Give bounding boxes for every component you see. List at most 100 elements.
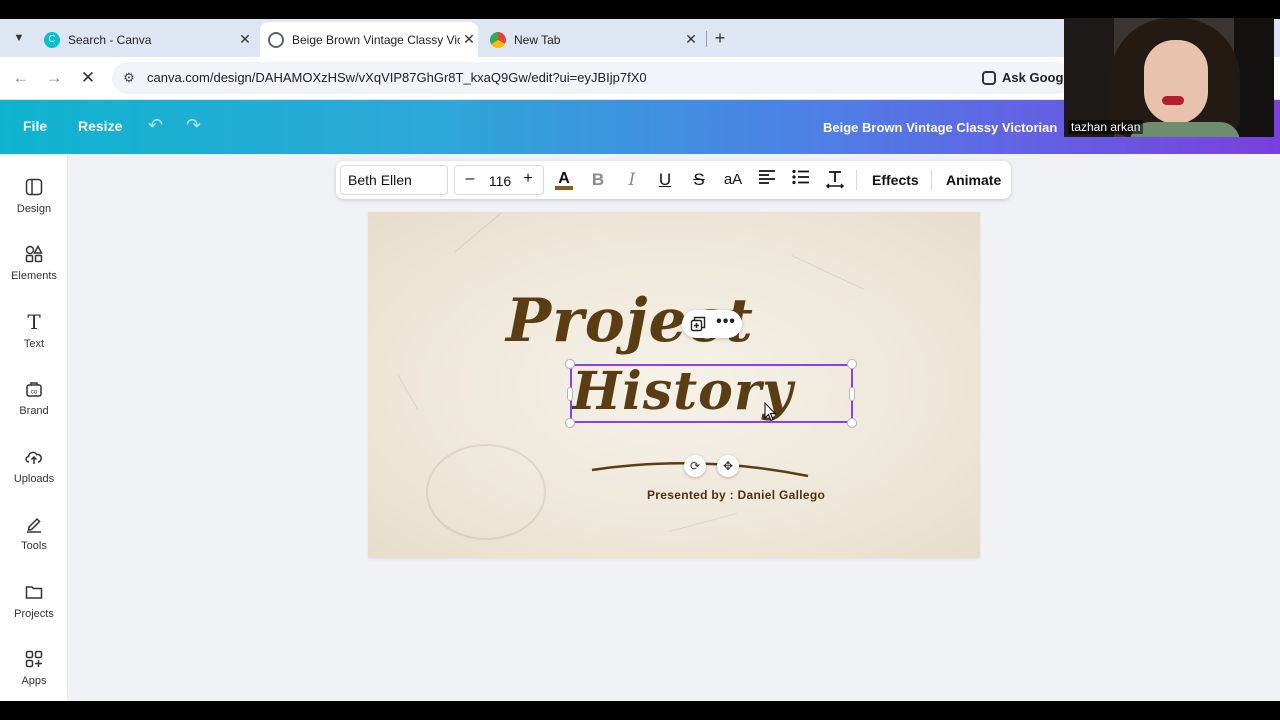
toolbar-divider xyxy=(931,170,932,190)
webcam-name-label: tazhan arkan xyxy=(1068,120,1144,134)
element-context-menu: ••• xyxy=(682,310,742,338)
sidebar-item-label: Brand xyxy=(19,405,49,417)
document-title[interactable]: Beige Brown Vintage Classy Victorian xyxy=(823,120,1057,135)
uploads-icon xyxy=(23,446,45,468)
sidebar-item-design[interactable]: Design xyxy=(0,176,68,236)
tab-new-tab[interactable]: New Tab ✕ xyxy=(490,22,700,57)
sidebar-item-projects[interactable]: Projects xyxy=(0,581,68,641)
more-options-icon[interactable]: ••• xyxy=(716,313,736,331)
chrome-favicon-icon xyxy=(490,31,506,48)
resize-handle-left[interactable] xyxy=(567,387,573,401)
canva-favicon-icon: C xyxy=(44,31,60,48)
sidebar-item-brand[interactable]: co Brand xyxy=(0,378,68,438)
site-settings-icon[interactable]: ⚙ xyxy=(120,69,138,87)
resize-button[interactable]: Resize xyxy=(78,118,122,134)
resize-handle-bottom-left[interactable] xyxy=(565,418,575,428)
webcam-overlay: tazhan arkan xyxy=(1064,18,1274,137)
projects-icon xyxy=(23,581,45,603)
elements-icon xyxy=(23,243,45,265)
resize-handle-bottom-right[interactable] xyxy=(847,418,857,428)
text-selection-box[interactable] xyxy=(570,364,853,423)
webcam-person-face xyxy=(1144,40,1208,124)
svg-text:co: co xyxy=(31,390,38,396)
sidebar-item-label: Design xyxy=(16,203,52,215)
globe-favicon-icon xyxy=(268,31,284,48)
tab-title: New Tab xyxy=(514,32,561,47)
animate-button[interactable]: Animate xyxy=(946,172,1001,188)
resize-handle-top-left[interactable] xyxy=(565,359,575,369)
tab-close-icon[interactable]: ✕ xyxy=(682,31,700,48)
paper-texture-line xyxy=(397,374,419,411)
paper-texture-line xyxy=(669,512,737,533)
presented-by-text[interactable]: Presented by : Daniel Gallego xyxy=(647,488,825,502)
new-tab-plus-icon[interactable]: + xyxy=(710,27,730,49)
google-lens-icon xyxy=(982,70,996,85)
tab-title: Beige Brown Vintage Classy Vic xyxy=(292,32,460,47)
text-icon: T xyxy=(27,310,41,334)
bold-icon[interactable]: B xyxy=(587,169,609,191)
sidebar-item-label: Projects xyxy=(14,608,54,620)
sidebar-item-label: Apps xyxy=(21,675,47,687)
tab-search-canva[interactable]: C Search - Canva ✕ xyxy=(44,22,254,57)
ask-google-button[interactable]: Ask Google xyxy=(982,70,1074,85)
sidebar-item-elements[interactable]: Elements xyxy=(0,243,68,303)
tab-close-icon[interactable]: ✕ xyxy=(460,31,478,48)
text-toolbar: Beth Ellen – 116 + A B I U S aA Effects … xyxy=(336,161,1011,199)
svg-text:A: A xyxy=(558,170,570,187)
sidebar-item-text[interactable]: T Text xyxy=(0,310,68,371)
omnibox[interactable]: ⚙ canva.com/design/DAHAMOXzHSw/vXqVIP87G… xyxy=(112,62,1072,94)
forward-arrow-icon[interactable]: → xyxy=(43,67,65,89)
spacing-icon[interactable] xyxy=(824,169,846,191)
design-icon xyxy=(23,176,45,198)
font-size-stepper: – 116 + xyxy=(454,165,544,195)
toolbar-divider xyxy=(856,170,857,190)
webcam-person-lips xyxy=(1162,96,1184,105)
bullet-list-icon[interactable] xyxy=(790,169,812,191)
vintage-stamp-decoration xyxy=(426,444,546,540)
screen-top-bar xyxy=(0,0,1280,19)
paper-texture-line xyxy=(454,212,502,253)
sidebar-item-label: Text xyxy=(23,338,45,350)
mouse-cursor-icon xyxy=(764,402,776,422)
sidebar-item-label: Uploads xyxy=(13,473,55,485)
tab-search-chevron-icon[interactable]: ▼ xyxy=(8,27,30,49)
sidebar-item-uploads[interactable]: Uploads xyxy=(0,446,68,506)
text-color-icon[interactable]: A xyxy=(553,169,575,191)
brand-icon: co xyxy=(23,378,45,400)
file-menu-button[interactable]: File xyxy=(23,118,47,134)
resize-handle-right[interactable] xyxy=(849,387,855,401)
strikethrough-icon[interactable]: S xyxy=(688,169,710,191)
tab-close-icon[interactable]: ✕ xyxy=(236,31,254,48)
decrease-font-size-button[interactable]: – xyxy=(461,170,479,188)
duplicate-icon[interactable] xyxy=(690,316,706,332)
tab-separator xyxy=(706,31,707,47)
left-sidebar: Design Elements T Text co Brand Uploads xyxy=(0,154,68,701)
sidebar-item-label: Tools xyxy=(21,540,47,552)
resize-handle-top-right[interactable] xyxy=(847,359,857,369)
increase-font-size-button[interactable]: + xyxy=(519,170,537,188)
effects-button[interactable]: Effects xyxy=(872,172,919,188)
stop-loading-icon[interactable]: ✕ xyxy=(77,67,99,89)
sidebar-item-label: Elements xyxy=(11,270,57,282)
paper-texture-line xyxy=(791,255,865,290)
sidebar-item-tools[interactable]: Tools xyxy=(0,513,68,573)
italic-icon[interactable]: I xyxy=(621,169,643,191)
apps-icon xyxy=(23,648,45,670)
tab-title: Search - Canva xyxy=(68,32,152,47)
font-size-input[interactable]: 116 xyxy=(485,173,515,189)
align-left-icon[interactable] xyxy=(756,169,778,191)
webcam-background-right xyxy=(1234,18,1274,137)
screen-bottom-bar xyxy=(0,701,1280,720)
webcam-person-shirt xyxy=(1130,122,1240,137)
tab-beige-brown-vintage[interactable]: Beige Brown Vintage Classy Vic ✕ xyxy=(260,22,478,57)
back-arrow-icon[interactable]: ← xyxy=(10,67,32,89)
letter-case-icon[interactable]: aA xyxy=(722,169,744,191)
undo-icon[interactable]: ↶ xyxy=(148,115,163,136)
redo-icon[interactable]: ↷ xyxy=(186,115,201,136)
font-family-select[interactable]: Beth Ellen xyxy=(340,165,448,195)
underline-icon[interactable]: U xyxy=(654,169,676,191)
rotate-icon[interactable]: ⟳ xyxy=(684,455,706,477)
url-text[interactable]: canva.com/design/DAHAMOXzHSw/vXqVIP87GhG… xyxy=(147,70,647,85)
move-icon[interactable]: ✥ xyxy=(717,455,739,477)
sidebar-item-apps[interactable]: Apps xyxy=(0,648,68,708)
